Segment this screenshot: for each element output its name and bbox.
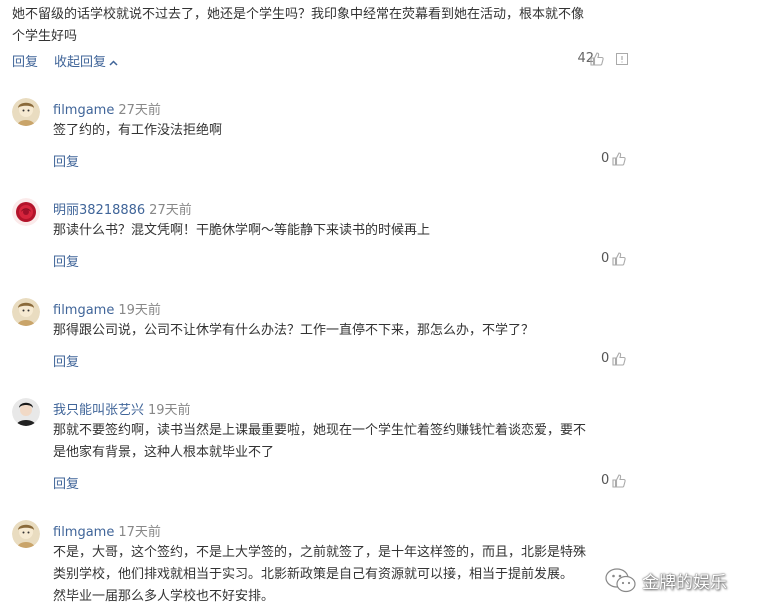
reply-button[interactable]: 回复 [53,151,79,170]
avatar[interactable] [12,198,40,226]
comment-item: filmgame 27天前 签了约的，有工作没法拒绝啊 回复 0 [0,98,640,178]
username-link[interactable]: 明丽38218886 [53,203,145,218]
collapse-replies-button[interactable]: 收起回复 [54,51,118,70]
like-count: 0 [601,251,610,266]
avatar[interactable] [12,98,40,126]
cartoon-avatar-icon [12,520,40,548]
comment-meta: filmgame 27天前 [53,99,161,118]
rose-avatar-icon [12,198,40,226]
like-count: 0 [601,351,610,366]
comment-item: 明丽38218886 27天前 那读什么书？混文凭啊！干脆休学啊～等能静下来读书的… [0,198,640,278]
comment-item: filmgame 19天前 那得跟公司说，公司不让休学有什么办法？工作一直停不下来… [0,298,640,378]
comment-text: 签了约的，有工作没法拒绝啊 [53,123,223,138]
thumbs-up-icon[interactable] [612,474,626,488]
like-count: 0 [601,151,610,166]
comment-meta: filmgame 17天前 [53,521,161,540]
comment-meta: filmgame 19天前 [53,299,161,318]
avatar[interactable] [12,520,40,548]
report-icon[interactable] [616,53,628,65]
comment-text: 那读什么书？混文凭啊！干脆休学啊～等能静下来读书的时候再上 [53,223,431,238]
comment-meta: 明丽38218886 27天前 [53,199,192,218]
comment-text: 那就不要签约啊，读书当然是上课最重要啦，她现在一个学生忙着签约赚钱忙着谈恋爱，要… [53,423,587,460]
comment-item: 我只能叫张艺兴 19天前 那就不要签约啊，读书当然是上课最重要啦，她现在一个学生忙… [0,398,640,498]
comment-text: 那得跟公司说，公司不让休学有什么办法？工作一直停不下来，那怎么办，不学了？ [53,323,535,338]
username-link[interactable]: filmgame [53,525,114,540]
thumbs-up-icon[interactable] [590,52,604,66]
comment-text: 不是，大哥，这个签约，不是上大学签的，之前就签了，是十年这样签的，而且，北影是特… [53,545,587,604]
cartoon-avatar-icon [12,98,40,126]
person-avatar-icon [12,398,40,426]
watermark-text: 金牌的娱乐 [642,573,727,593]
avatar[interactable] [12,298,40,326]
reply-button[interactable]: 回复 [53,473,79,492]
avatar[interactable] [12,398,40,426]
comment-meta: 我只能叫张艺兴 19天前 [53,399,191,418]
thumbs-up-icon[interactable] [612,352,626,366]
top-comment-actions: 回复 收起回复 42 [12,49,628,71]
wechat-logo-icon [605,568,636,593]
timestamp: 17天前 [118,525,161,540]
comment-item: filmgame 17天前 不是，大哥，这个签约，不是上大学签的，之前就签了，是十… [0,520,640,616]
username-link[interactable]: filmgame [53,103,114,118]
thumbs-up-icon[interactable] [612,252,626,266]
username-link[interactable]: 我只能叫张艺兴 [53,403,144,418]
timestamp: 27天前 [149,203,192,218]
timestamp: 19天前 [148,403,191,418]
timestamp: 19天前 [118,303,161,318]
username-link[interactable]: filmgame [53,303,114,318]
reply-button[interactable]: 回复 [53,251,79,270]
reply-button[interactable]: 回复 [12,51,38,70]
chevron-up-icon [109,59,118,66]
cartoon-avatar-icon [12,298,40,326]
top-comment-text: 她不留级的话学校就说不过去了，她还是个学生吗？我印象中经常在荧幕看到她在活动，根… [12,7,585,44]
like-count: 0 [601,473,610,488]
thumbs-up-icon[interactable] [612,152,626,166]
reply-button[interactable]: 回复 [53,351,79,370]
timestamp: 27天前 [118,103,161,118]
